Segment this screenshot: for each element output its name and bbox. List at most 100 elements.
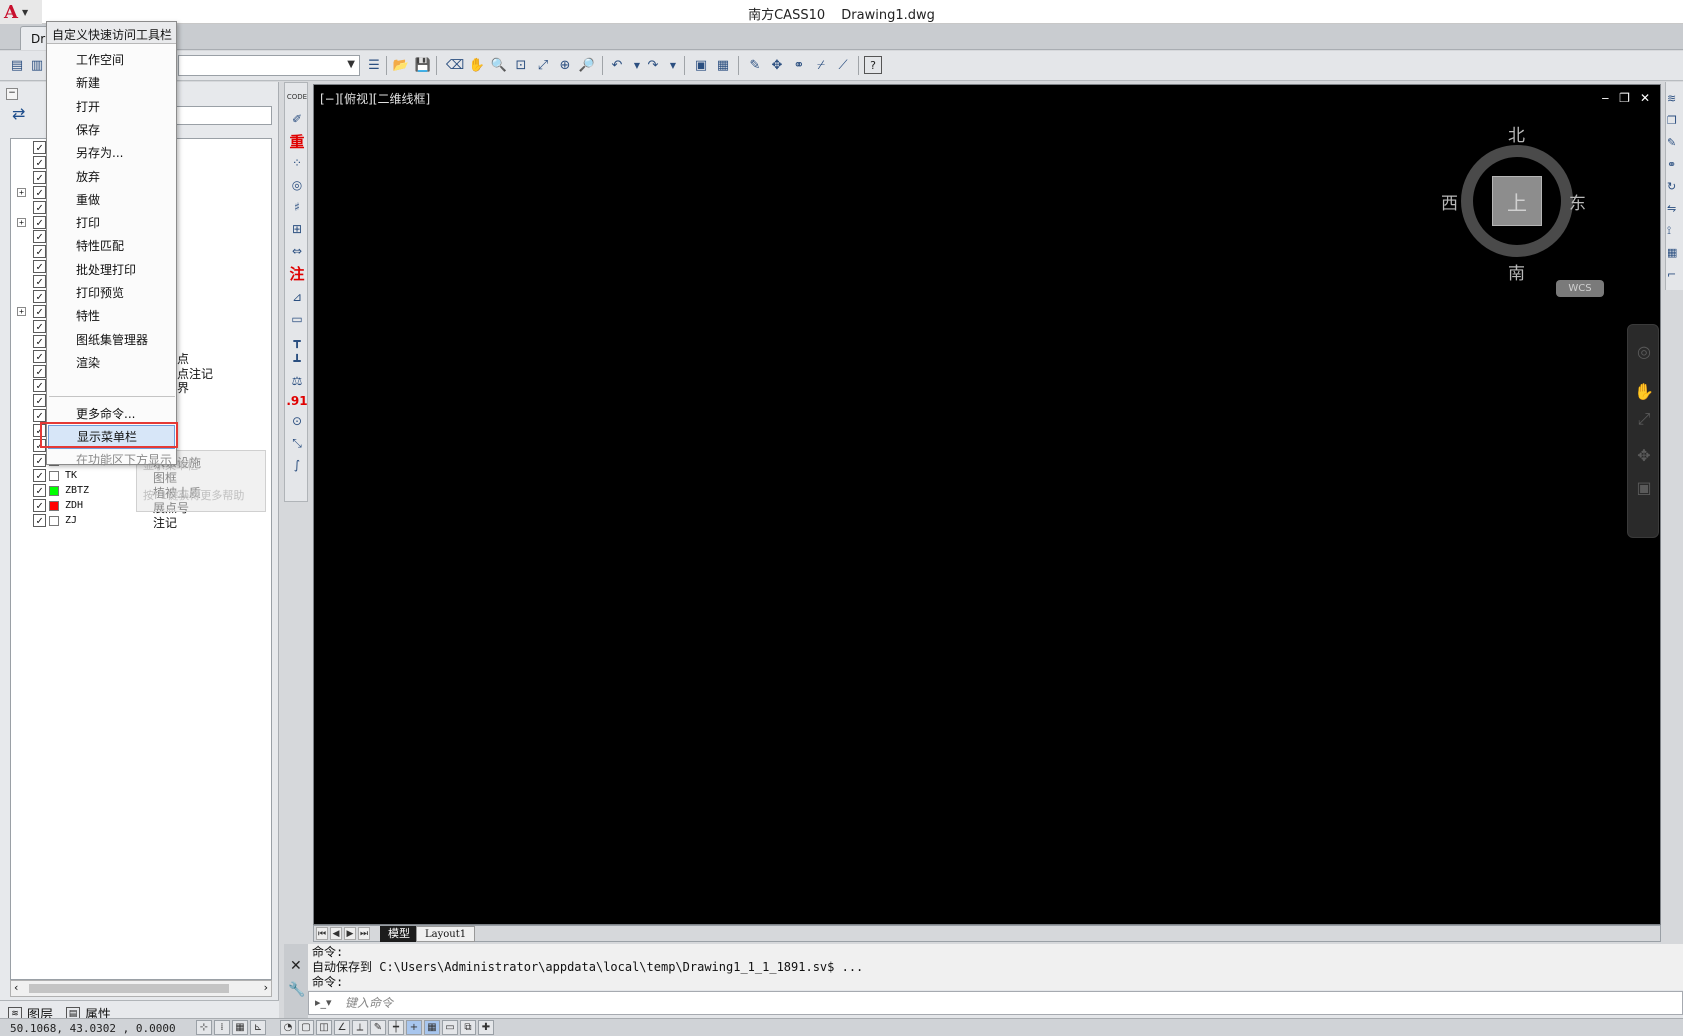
rectangle-tool-icon[interactable]: ▭ bbox=[287, 309, 307, 329]
move-icon[interactable]: ✥ bbox=[768, 56, 786, 74]
layer-manager-icon[interactable]: ▤ bbox=[8, 56, 26, 74]
first-layout-icon[interactable]: ⏮ bbox=[316, 927, 328, 940]
stretch-tool-icon[interactable]: ⤡ bbox=[287, 433, 307, 453]
array-icon[interactable]: ▦ bbox=[1667, 246, 1683, 262]
object-snap-toggle[interactable]: ▢ bbox=[298, 1020, 314, 1035]
scroll-left-icon[interactable]: ‹ bbox=[14, 981, 18, 994]
curve-tool-icon[interactable]: ∫ bbox=[287, 455, 307, 475]
menu-item[interactable]: 重做 bbox=[48, 188, 175, 212]
minimize-icon[interactable]: ‒ bbox=[1602, 91, 1610, 105]
fillet-icon[interactable]: ⌐ bbox=[1667, 268, 1683, 284]
layer-visibility-checkbox[interactable]: ✓ bbox=[33, 275, 46, 289]
zoom-icon[interactable]: 🔍 bbox=[490, 56, 508, 74]
compass-south[interactable]: 南 bbox=[1508, 259, 1525, 284]
circle-tool-icon[interactable]: ⊙ bbox=[287, 411, 307, 431]
zoom-previous-icon[interactable]: ⊕ bbox=[556, 56, 574, 74]
zoom-extents-icon[interactable]: ⤢ bbox=[534, 56, 552, 74]
transparency-toggle[interactable]: + bbox=[406, 1020, 422, 1035]
scale-tool-icon[interactable]: ⚖ bbox=[287, 371, 307, 391]
layer-visibility-checkbox[interactable]: ✓ bbox=[33, 260, 46, 274]
compass-north[interactable]: 北 bbox=[1508, 121, 1525, 146]
pan-hand-icon[interactable]: ✋ bbox=[1634, 381, 1654, 401]
layer-dropdown[interactable]: ▼ bbox=[178, 55, 360, 76]
open-icon[interactable]: 📂 bbox=[392, 56, 410, 74]
command-window-handle[interactable]: ✕ 🔧 bbox=[284, 944, 308, 1018]
viewcube[interactable]: 上 北 南 东 西 bbox=[1441, 125, 1591, 284]
menu-item[interactable]: 打印 bbox=[48, 211, 175, 235]
layer-visibility-checkbox[interactable]: ✓ bbox=[33, 155, 46, 169]
tab-model[interactable]: 模型 bbox=[380, 926, 418, 942]
offset-icon[interactable]: ⟟ bbox=[1667, 224, 1683, 240]
annotate-button[interactable]: 注 bbox=[287, 263, 307, 283]
3d-osnap-toggle[interactable]: ◫ bbox=[316, 1020, 332, 1035]
layer-visibility-checkbox[interactable]: ✓ bbox=[33, 319, 46, 333]
wcs-menu-button[interactable]: WCS bbox=[1556, 280, 1604, 297]
orbit-icon[interactable]: ✥ bbox=[1634, 445, 1654, 465]
layer-visibility-checkbox[interactable]: ✓ bbox=[33, 334, 46, 348]
menu-item[interactable]: 放弃 bbox=[48, 165, 175, 189]
layer-state-icon[interactable]: ▥ bbox=[28, 56, 46, 74]
layer-color-swatch[interactable] bbox=[49, 485, 59, 496]
showmotion-icon[interactable]: ▣ bbox=[1634, 477, 1654, 497]
elevation-point-button[interactable]: .91 bbox=[286, 391, 307, 411]
collapse-icon[interactable]: − bbox=[6, 88, 18, 100]
layer-visibility-checkbox[interactable]: ✓ bbox=[33, 349, 46, 363]
expand-icon[interactable]: + bbox=[17, 217, 26, 227]
menu-item[interactable]: 图纸集管理器 bbox=[48, 328, 175, 352]
save-icon[interactable]: 💾 bbox=[414, 56, 432, 74]
extend-icon[interactable]: ⟋ bbox=[834, 56, 852, 74]
redo-dropdown-icon[interactable]: ▼ bbox=[664, 56, 682, 74]
design-center-icon[interactable]: ▦ bbox=[714, 56, 732, 74]
layer-visibility-checkbox[interactable]: ✓ bbox=[33, 230, 46, 244]
next-layout-icon[interactable]: ▶ bbox=[344, 927, 356, 940]
steering-wheel-icon[interactable]: ◎ bbox=[1634, 341, 1654, 361]
edit-tool-icon[interactable]: ✐ bbox=[287, 109, 307, 129]
layer-visibility-checkbox[interactable]: ✓ bbox=[33, 483, 46, 497]
expand-icon[interactable]: + bbox=[17, 306, 26, 316]
viewport-label[interactable]: [−][俯视][二维线框] bbox=[320, 90, 430, 107]
grid-tool-icon[interactable]: ⁘ bbox=[287, 153, 307, 173]
layer-visibility-checkbox[interactable]: ✓ bbox=[33, 141, 46, 154]
layer-visibility-checkbox[interactable]: ✓ bbox=[33, 185, 46, 199]
dynamic-input-toggle[interactable]: ✎ bbox=[370, 1020, 386, 1035]
pencil-icon[interactable]: ✎ bbox=[1667, 136, 1683, 152]
menu-item[interactable]: 特性匹配 bbox=[48, 234, 175, 258]
layer-tool-icon[interactable]: ⇄ bbox=[12, 104, 42, 128]
dimension-tool-icon[interactable]: ⇔ bbox=[287, 241, 307, 261]
infer-constraints-toggle[interactable]: ⊹ bbox=[196, 1020, 212, 1035]
copy-icon[interactable]: ❐ bbox=[1667, 114, 1683, 130]
scroll-thumb[interactable] bbox=[29, 984, 229, 993]
expand-icon[interactable]: + bbox=[17, 187, 26, 197]
layer-visibility-checkbox[interactable]: ✓ bbox=[33, 379, 46, 393]
linetype-icon[interactable]: ☰ bbox=[365, 56, 383, 74]
menu-item[interactable]: 工作空间 bbox=[48, 48, 175, 72]
eraser-icon[interactable]: ⌫ bbox=[446, 56, 464, 74]
wrench-icon[interactable]: 🔧 bbox=[288, 982, 305, 998]
layer-visibility-checkbox[interactable]: ✓ bbox=[33, 215, 46, 229]
menu-item[interactable]: 特性 bbox=[48, 304, 175, 328]
compass-west[interactable]: 西 bbox=[1441, 189, 1458, 214]
restore-icon[interactable]: ❐ bbox=[1619, 91, 1630, 105]
close-icon[interactable]: ✕ bbox=[290, 958, 302, 974]
layer-visibility-checkbox[interactable]: ✓ bbox=[33, 409, 46, 423]
measure-tool-icon[interactable]: ⊞ bbox=[287, 219, 307, 239]
tab-layout1[interactable]: Layout1 bbox=[416, 926, 476, 942]
layer-visibility-checkbox[interactable]: ✓ bbox=[33, 170, 46, 184]
application-menu-button[interactable]: A ▼ bbox=[0, 0, 42, 24]
layer-color-swatch[interactable] bbox=[49, 500, 59, 511]
rotate-icon[interactable]: ↻ bbox=[1667, 180, 1683, 196]
prev-layout-icon[interactable]: ◀ bbox=[330, 927, 342, 940]
layer-visibility-checkbox[interactable]: ✓ bbox=[33, 290, 46, 303]
layer-visibility-checkbox[interactable]: ✓ bbox=[33, 453, 46, 467]
workspace-toggle[interactable]: ✚ bbox=[478, 1020, 494, 1035]
menu-item[interactable]: 打印预览 bbox=[48, 281, 175, 305]
polar-tracking-toggle[interactable]: ◔ bbox=[280, 1020, 296, 1035]
snap-icon[interactable]: ⚭ bbox=[790, 56, 808, 74]
menu-item[interactable]: 批处理打印 bbox=[48, 258, 175, 282]
properties-icon[interactable]: ▣ bbox=[692, 56, 710, 74]
lineweight-toggle[interactable]: ┿ bbox=[388, 1020, 404, 1035]
node-icon[interactable]: ⚭ bbox=[1667, 158, 1683, 174]
ucs-toggle[interactable]: ⟂ bbox=[352, 1020, 368, 1035]
annotation-monitor-toggle[interactable]: ⧉ bbox=[460, 1020, 476, 1035]
redraw-button[interactable]: 重 bbox=[287, 131, 307, 151]
